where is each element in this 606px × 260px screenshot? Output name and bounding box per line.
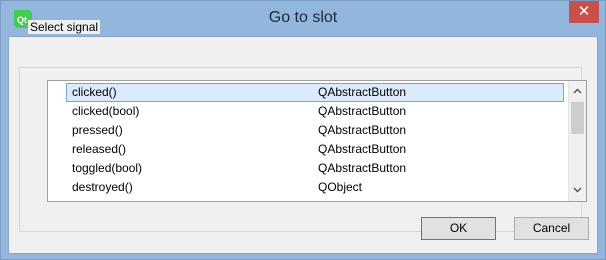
signal-class: QAbstractButton <box>318 161 407 175</box>
scroll-down-button[interactable] <box>569 182 586 199</box>
close-button[interactable]: ✕ <box>569 1 599 23</box>
signal-list[interactable]: clicked() QAbstractButton clicked(bool) … <box>47 80 587 202</box>
signal-row-pressed[interactable]: pressed() QAbstractButton <box>66 121 564 140</box>
signal-name: destroyed() <box>72 180 133 194</box>
vertical-scrollbar[interactable] <box>568 81 586 201</box>
signal-name: clicked(bool) <box>72 104 140 118</box>
signal-class: QAbstractButton <box>318 104 407 118</box>
group-label: Select signal <box>28 20 101 34</box>
signal-class: QAbstractButton <box>318 142 407 156</box>
signal-row-clicked-bool[interactable]: clicked(bool) QAbstractButton <box>66 102 564 121</box>
signal-name: released() <box>72 142 127 156</box>
signal-row-clicked[interactable]: clicked() QAbstractButton <box>66 83 564 102</box>
close-icon: ✕ <box>577 3 591 20</box>
signal-row-destroyed[interactable]: destroyed() QObject <box>66 178 564 197</box>
signal-class: QAbstractButton <box>318 123 407 137</box>
signal-name: clicked() <box>72 85 117 99</box>
signal-name: toggled(bool) <box>72 161 143 175</box>
scroll-up-button[interactable] <box>569 83 586 100</box>
go-to-slot-dialog: Qt Go to slot ✕ Select signal clicked() … <box>0 0 606 260</box>
signal-row-released[interactable]: released() QAbstractButton <box>66 140 564 159</box>
cancel-button[interactable]: Cancel <box>514 217 589 240</box>
signal-class: QAbstractButton <box>318 85 407 99</box>
chevron-up-icon <box>573 88 582 94</box>
signal-name: pressed() <box>72 123 123 137</box>
signal-row-toggled-bool[interactable]: toggled(bool) QAbstractButton <box>66 159 564 178</box>
ok-button[interactable]: OK <box>421 217 496 240</box>
signal-class: QObject <box>318 180 363 194</box>
chevron-down-icon <box>573 187 582 193</box>
scrollbar-thumb[interactable] <box>571 102 584 134</box>
